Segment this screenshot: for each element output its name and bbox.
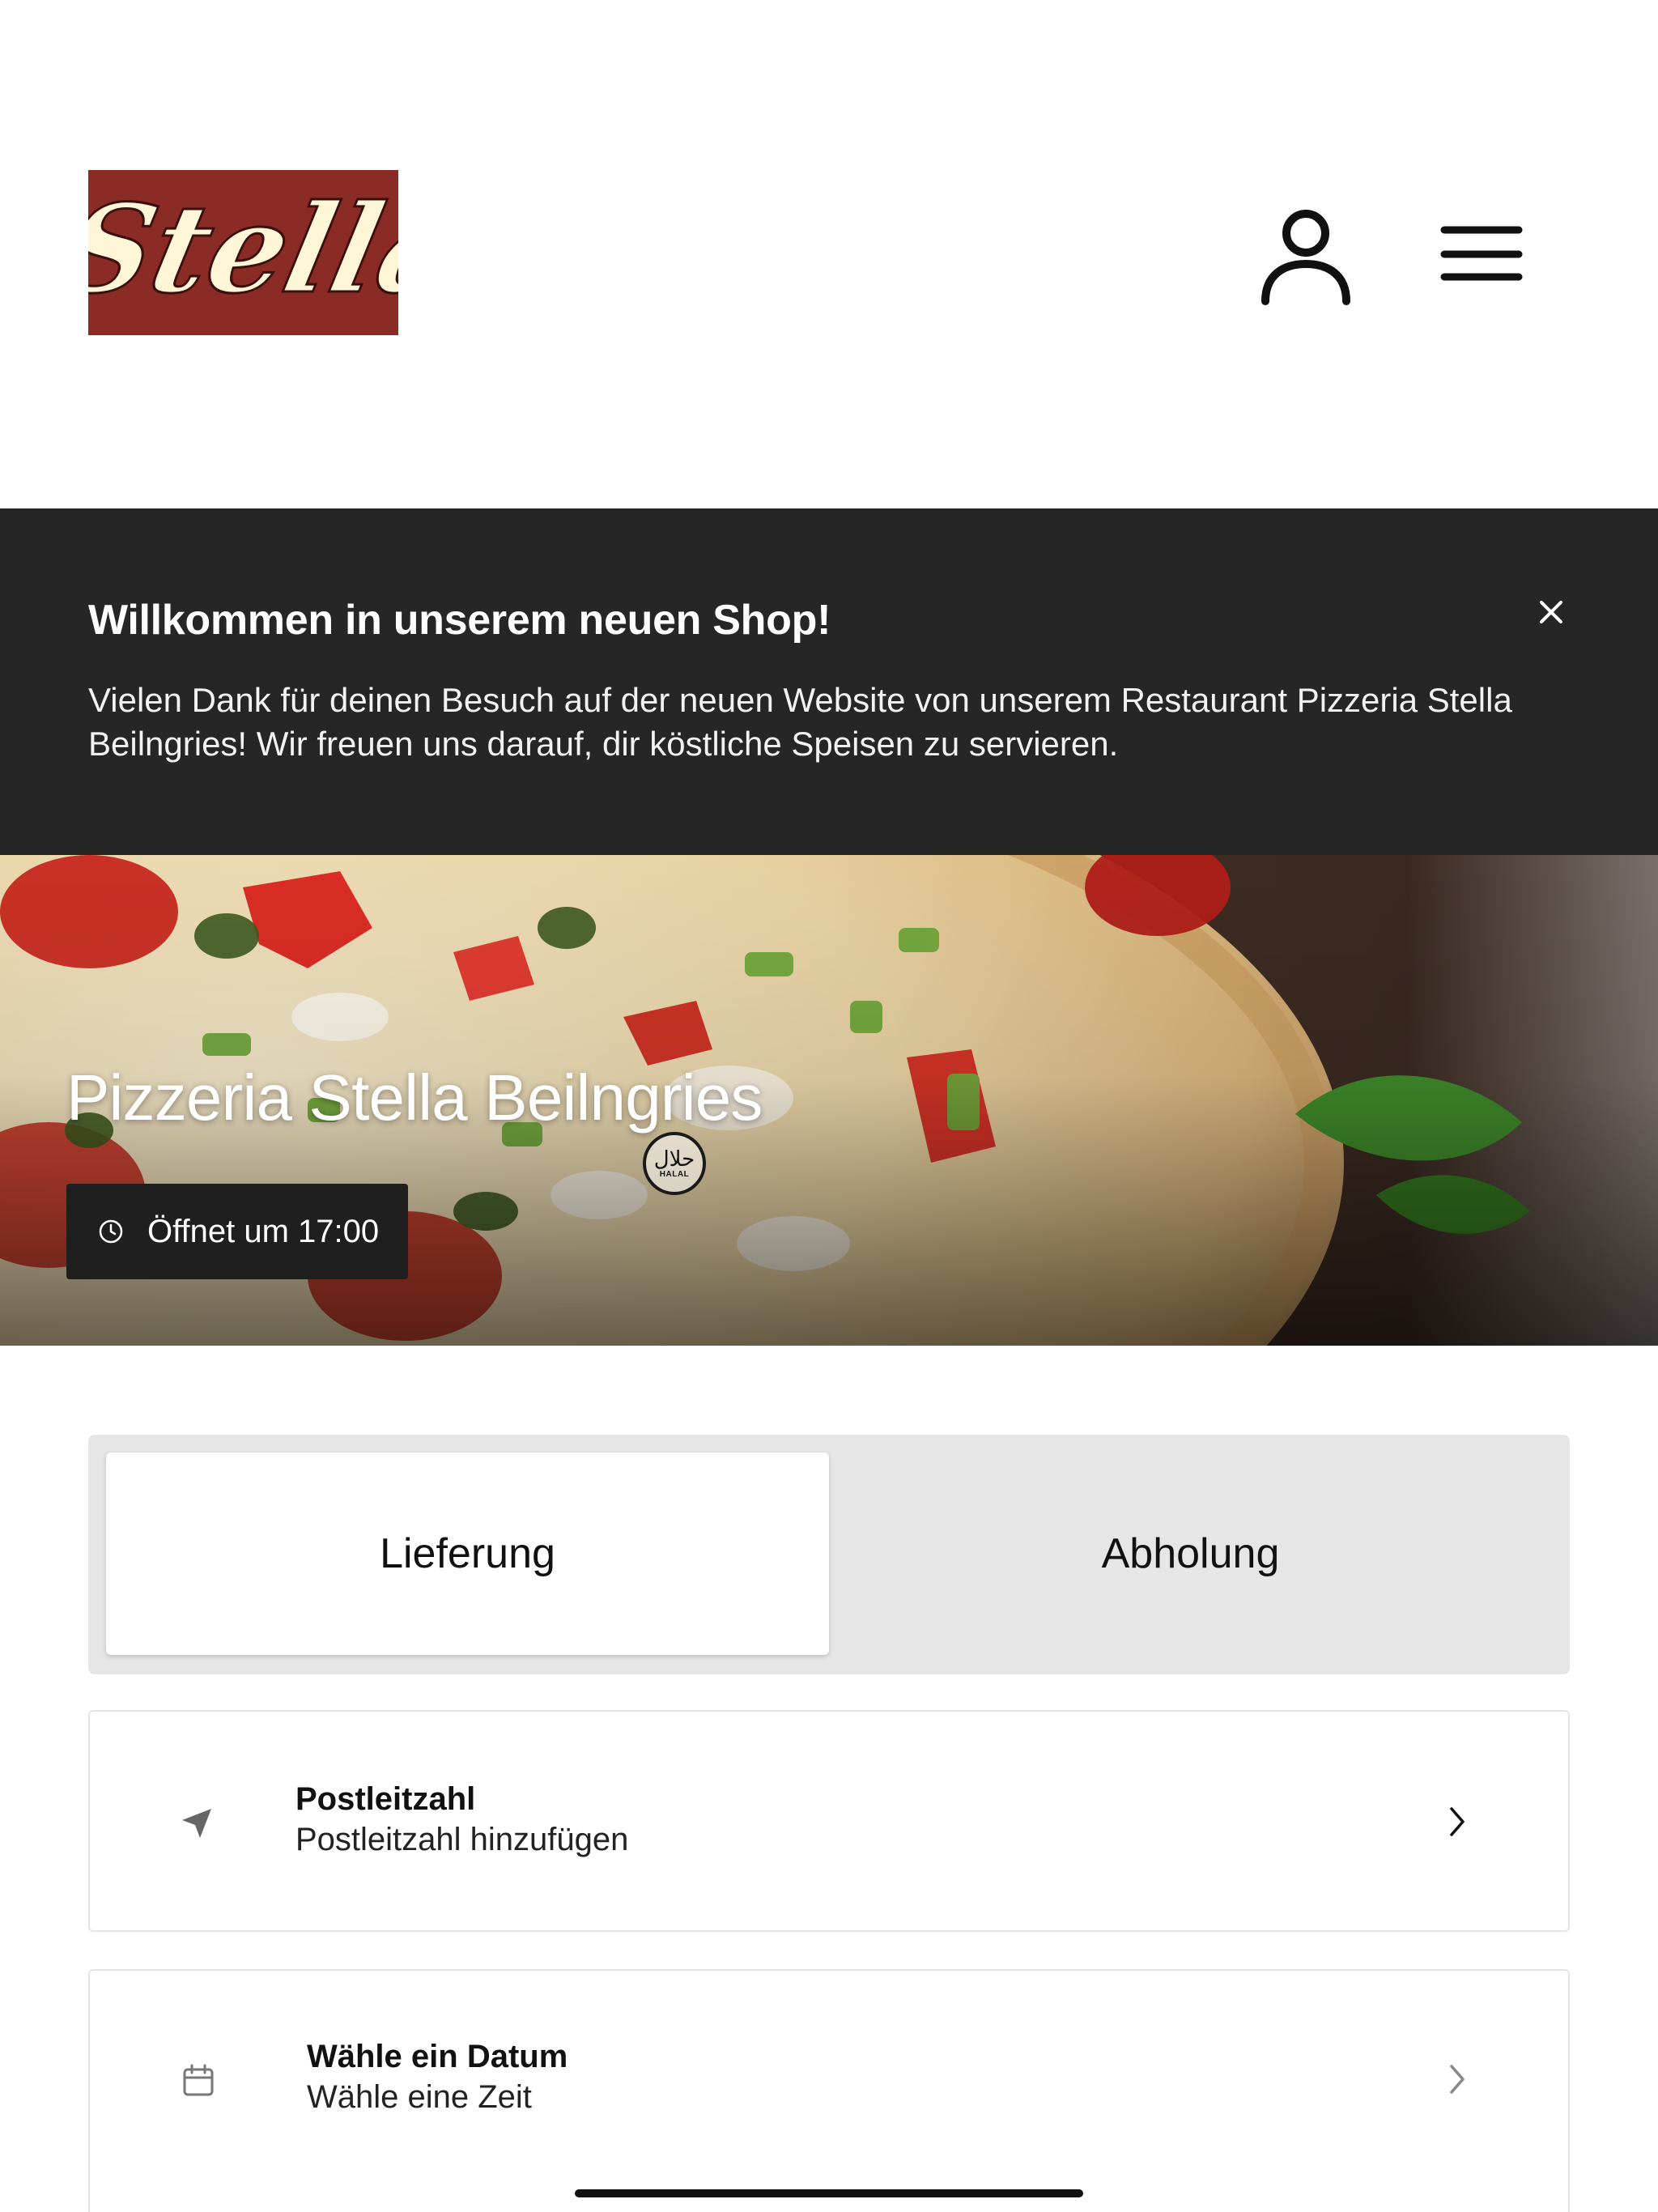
stella-logo[interactable]: Stella <box>88 170 398 335</box>
location-arrow-icon <box>182 1809 211 1838</box>
postcode-selector[interactable]: Postleitzahl Postleitzahl hinzufügen <box>88 1710 1570 1932</box>
opening-time-text: Öffnet um 17:00 <box>147 1213 380 1249</box>
delivery-tab[interactable]: Lieferung <box>106 1453 829 1655</box>
date-title: Wähle ein Datum <box>307 2039 568 2074</box>
banner-title: Willkommen in unserem neuen Shop! <box>88 597 831 644</box>
time-subtitle: Wähle eine Zeit <box>307 2079 532 2115</box>
calendar-icon <box>183 2064 214 2096</box>
chevron-right-icon <box>1450 1807 1465 1836</box>
site-header: Stella <box>0 0 1658 508</box>
account-button[interactable] <box>1259 202 1353 308</box>
user-icon <box>1261 210 1350 305</box>
date-time-selector[interactable]: Wähle ein Datum Wähle eine Zeit <box>88 1969 1570 2212</box>
close-icon <box>1540 601 1562 623</box>
banner-close-button[interactable] <box>1530 591 1572 633</box>
welcome-banner: Willkommen in unserem neuen Shop! Vielen… <box>0 508 1658 855</box>
halal-latin-label: HALAL <box>659 1169 690 1179</box>
home-indicator <box>575 2189 1083 2197</box>
chevron-right-icon <box>1450 2065 1465 2094</box>
pickup-tab[interactable]: Abholung <box>829 1453 1552 1655</box>
opening-status-badge: Öffnet um 17:00 <box>66 1184 408 1279</box>
clock-icon <box>99 1219 123 1244</box>
menu-button[interactable] <box>1433 219 1530 291</box>
halal-badge-icon: حلال HALAL <box>643 1132 706 1195</box>
postcode-subtitle: Postleitzahl hinzufügen <box>295 1822 629 1857</box>
halal-arabic-label: حلال <box>653 1146 695 1172</box>
svg-text:Stella: Stella <box>88 178 398 321</box>
hamburger-icon <box>1440 226 1523 281</box>
postcode-title: Postleitzahl <box>295 1781 476 1817</box>
restaurant-hero: Pizzeria Stella Beilngries حلال HALAL Öf… <box>0 855 1658 1346</box>
restaurant-name: Pizzeria Stella Beilngries <box>66 1061 763 1134</box>
banner-text: Vielen Dank für deinen Besuch auf der ne… <box>88 681 1512 763</box>
order-mode-toggle: Lieferung Abholung <box>88 1435 1570 1674</box>
stella-logo-wordmark: Stella <box>88 177 398 321</box>
